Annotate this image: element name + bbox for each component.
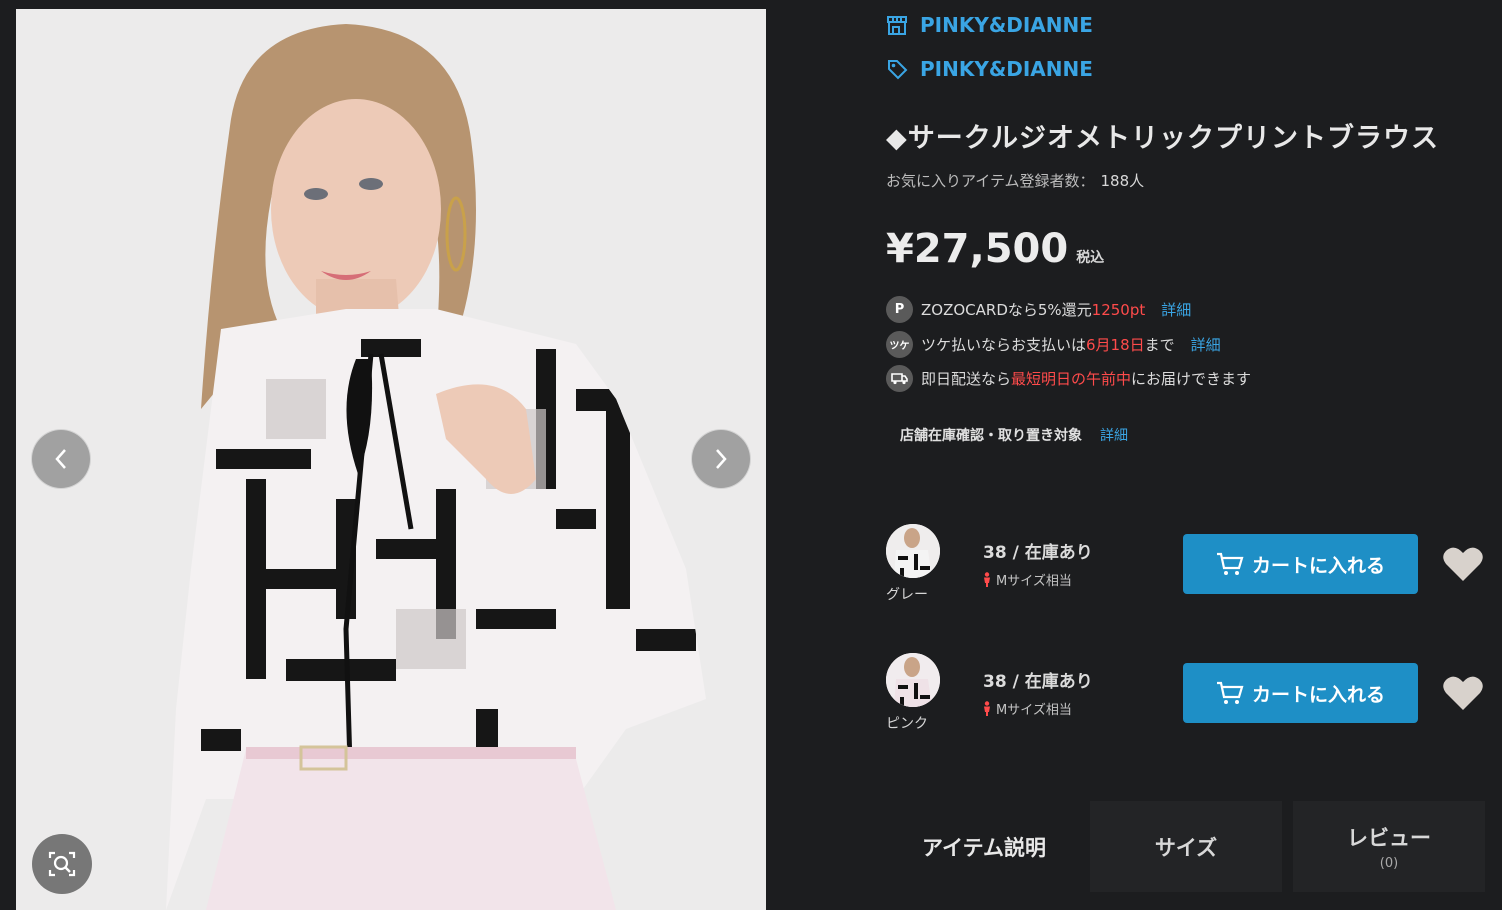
- review-count: (0): [1379, 856, 1399, 871]
- next-image-button[interactable]: [691, 429, 751, 489]
- perk-text: ZOZOCARDなら5%還元1250pt: [921, 301, 1146, 319]
- favorite-heart-icon[interactable]: [1442, 545, 1484, 583]
- previous-image-button[interactable]: [31, 429, 91, 489]
- add-to-cart-label: カートに入れる: [1251, 554, 1385, 577]
- cart-icon: [1216, 552, 1244, 575]
- chevron-left-icon: [55, 449, 66, 469]
- variant-stock-status: 38 / 在庫あり: [983, 672, 1093, 692]
- variant-row: ピンク 38 / 在庫あり Mサイズ相当 カートに入れる: [886, 653, 1502, 753]
- product-photo: [16, 9, 766, 910]
- image-zoom-button[interactable]: [32, 834, 92, 894]
- tab-review[interactable]: レビュー (0): [1293, 801, 1485, 892]
- perk-text: ツケ払いならお支払いは6月18日まで: [921, 336, 1175, 354]
- variant-fit-label: Mサイズ相当: [996, 703, 1072, 718]
- shop-link[interactable]: PINKY&DIANNE: [886, 13, 1093, 37]
- shop-icon: [887, 16, 907, 35]
- variant-row: グレー 38 / 在庫あり Mサイズ相当 カートに入れる: [886, 524, 1502, 624]
- product-image-gallery: [16, 9, 766, 910]
- tag-icon: [888, 60, 908, 80]
- tab-label: サイズ: [1154, 835, 1218, 860]
- brand-name: PINKY&DIANNE: [920, 57, 1093, 81]
- variant-fit: Mサイズ相当: [982, 570, 1072, 589]
- tab-item-description[interactable]: アイテム説明: [886, 801, 1082, 892]
- person-icon: [984, 701, 990, 716]
- product-title: ◆サークルジオメトリックプリントブラウス: [886, 123, 1439, 154]
- zoom-search-icon: [48, 851, 76, 877]
- tab-size[interactable]: サイズ: [1090, 801, 1282, 892]
- variant-stock-status: 38 / 在庫あり: [983, 543, 1093, 563]
- price-tax-label: 税込: [1076, 250, 1105, 266]
- tsuke-icon: ツケ: [886, 331, 913, 358]
- point-icon: P: [886, 296, 913, 323]
- store-stock-label: 店舗在庫確認・取り置き対象: [900, 428, 1082, 444]
- price-amount: ¥27,500: [886, 226, 1069, 272]
- variant-color-name: ピンク: [886, 716, 928, 732]
- tab-label: アイテム説明: [922, 835, 1046, 860]
- truck-icon: [886, 365, 913, 392]
- cart-icon: [1216, 681, 1244, 704]
- add-to-cart-button[interactable]: カートに入れる: [1183, 534, 1418, 594]
- favorite-count: お気に入りアイテム登録者数： 188人: [886, 170, 1144, 191]
- favorite-count-value: 188人: [1100, 172, 1145, 190]
- tab-label: レビュー: [1347, 826, 1431, 850]
- price: ¥27,500 税込: [886, 226, 1104, 272]
- store-stock-info: 店舗在庫確認・取り置き対象 詳細: [900, 425, 1128, 445]
- variant-thumbnail[interactable]: [886, 653, 940, 707]
- perk-detail-link[interactable]: 詳細: [1161, 299, 1191, 320]
- shop-name: PINKY&DIANNE: [920, 13, 1093, 37]
- variant-fit: Mサイズ相当: [982, 699, 1072, 718]
- favorite-heart-icon[interactable]: [1442, 674, 1484, 712]
- perk-text: 即日配送なら最短明日の午前中にお届けできます: [921, 370, 1252, 388]
- add-to-cart-button[interactable]: カートに入れる: [1183, 663, 1418, 723]
- product-info-panel: PINKY&DIANNE PINKY&DIANNE ◆サークルジオメトリックプリ…: [886, 0, 1502, 910]
- variant-thumbnail[interactable]: [886, 524, 940, 578]
- tsuke-payment-info: ツケ ツケ払いならお支払いは6月18日まで 詳細: [886, 331, 1221, 358]
- brand-link[interactable]: PINKY&DIANNE: [886, 57, 1093, 81]
- zozocard-point-info: P ZOZOCARDなら5%還元1250pt 詳細: [886, 296, 1191, 323]
- person-icon: [984, 572, 990, 587]
- variant-fit-label: Mサイズ相当: [996, 574, 1072, 589]
- chevron-right-icon: [716, 449, 727, 469]
- store-detail-link[interactable]: 詳細: [1100, 428, 1128, 444]
- perk-detail-link[interactable]: 詳細: [1191, 334, 1221, 355]
- variant-color-name: グレー: [886, 587, 928, 603]
- favorite-count-label: お気に入りアイテム登録者数：: [886, 172, 1095, 190]
- add-to-cart-label: カートに入れる: [1251, 683, 1385, 706]
- same-day-shipping-info: 即日配送なら最短明日の午前中にお届けできます: [886, 365, 1251, 392]
